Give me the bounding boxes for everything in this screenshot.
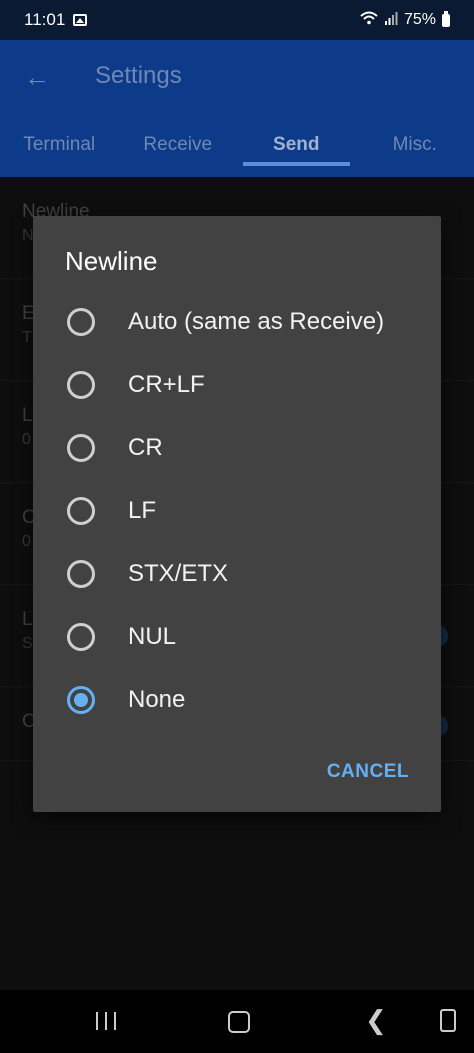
radio-option-cr[interactable]: CR	[33, 416, 441, 479]
recents-icon[interactable]	[96, 1012, 116, 1030]
arrow-left-icon[interactable]: ←	[24, 62, 50, 93]
radio-option-lf[interactable]: LF	[33, 479, 441, 542]
radio-option-label: CR	[128, 433, 163, 461]
battery-percent: 75%	[403, 11, 436, 28]
battery-icon	[442, 10, 450, 27]
radio-button[interactable]	[67, 496, 95, 525]
radio-button[interactable]	[67, 622, 95, 651]
back-icon[interactable]: ❮	[365, 1007, 387, 1033]
home-icon[interactable]	[228, 1011, 250, 1033]
radio-option-auto[interactable]: Auto (same as Receive)	[33, 290, 441, 353]
radio-option-label: None	[128, 685, 186, 713]
tab-receive[interactable]: Receive	[119, 128, 238, 176]
radio-option-nul[interactable]: NUL	[33, 605, 441, 668]
radio-button[interactable]	[67, 559, 95, 588]
image-notification-icon	[73, 14, 88, 26]
app-bar: ← Settings Terminal Receive Send Misc.	[0, 40, 474, 177]
radio-option-none[interactable]: None	[33, 668, 441, 731]
radio-button[interactable]	[67, 307, 95, 336]
radio-option-label: STX/ETX	[128, 559, 229, 587]
page-title: Settings	[95, 62, 182, 89]
dialog-title: Newline	[65, 246, 158, 276]
tab-send[interactable]: Send	[237, 128, 356, 176]
cancel-button[interactable]: CANCEL	[327, 761, 409, 783]
radio-option-label: Auto (same as Receive)	[128, 307, 385, 335]
radio-option-label: NUL	[128, 622, 177, 650]
radio-option-label: LF	[128, 496, 157, 524]
status-bar: 11:01 75%	[0, 0, 474, 40]
radio-button-checked[interactable]	[67, 685, 95, 714]
radio-option-stx-etx[interactable]: STX/ETX	[33, 542, 441, 605]
rotate-screen-icon[interactable]	[440, 1009, 456, 1032]
radio-option-cr-lf[interactable]: CR+LF	[33, 353, 441, 416]
signal-icon	[384, 11, 398, 30]
wifi-icon	[360, 11, 378, 30]
radio-option-label: CR+LF	[128, 370, 205, 398]
newline-dialog: Newline Auto (same as Receive) CR+LF CR …	[33, 216, 441, 812]
tab-bar: Terminal Receive Send Misc.	[0, 128, 474, 176]
radio-button[interactable]	[67, 370, 95, 399]
system-nav-bar: ❮	[0, 990, 474, 1053]
tab-misc[interactable]: Misc.	[356, 128, 474, 176]
radio-button[interactable]	[67, 433, 95, 462]
status-time: 11:01	[24, 10, 66, 29]
tab-terminal[interactable]: Terminal	[0, 128, 119, 176]
